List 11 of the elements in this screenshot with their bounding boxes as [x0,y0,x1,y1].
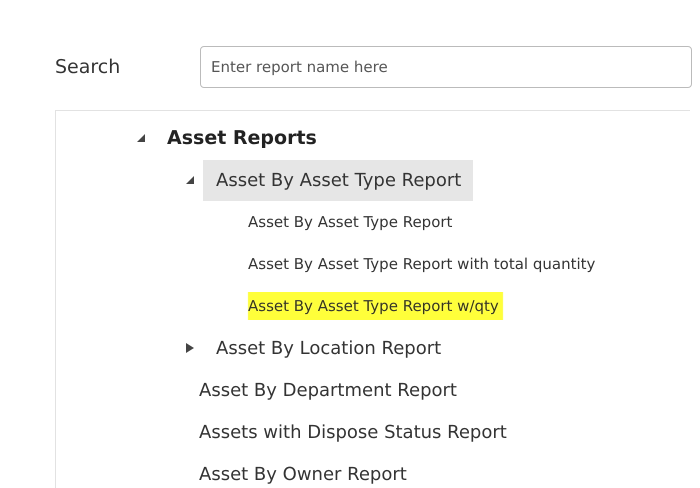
search-field[interactable]: Enter report name here [200,46,692,88]
tree-item[interactable]: Asset By Asset Type Report [203,160,474,200]
tree-item[interactable]: Asset By Asset Type Report with total quantity [248,244,596,284]
highlighted-tree-item[interactable]: Asset By Asset Type Report w/qty [248,292,503,320]
search-label: Search [55,56,122,78]
tree-item[interactable]: Assets with Dispose Status Report [199,412,507,452]
tree-item[interactable]: Asset Reports [154,118,329,158]
tree-item[interactable]: Asset By Location Report [203,328,454,368]
tree-item[interactable]: Asset By Owner Report [199,454,407,488]
tree-item[interactable]: Asset By Department Report [199,370,457,410]
tree-item[interactable]: Asset By Asset Type Report [248,202,452,242]
